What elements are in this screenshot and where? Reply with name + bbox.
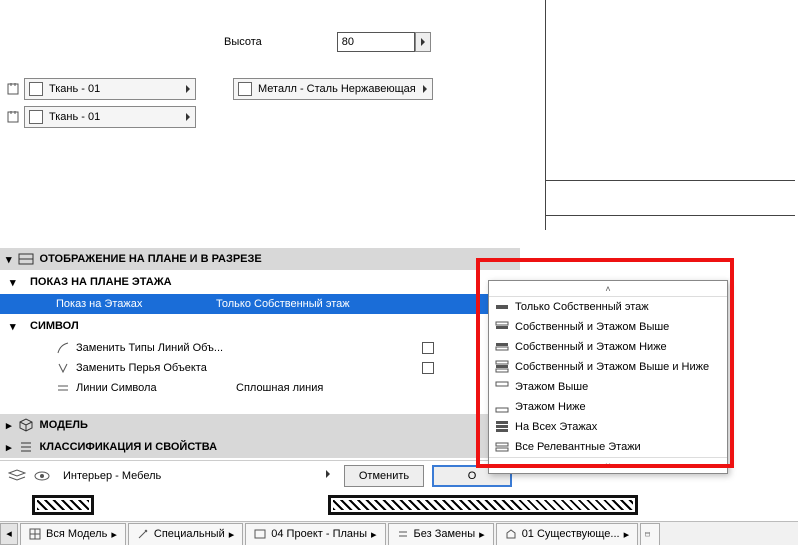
grid-icon <box>29 528 41 540</box>
checkbox-pens[interactable] <box>422 362 434 374</box>
section-display-header[interactable]: ▾ ОТОБРАЖЕНИЕ НА ПЛАНЕ И В РАЗРЕЗЕ <box>0 248 520 270</box>
tab-existing[interactable]: 01 Существующе...▸ <box>496 523 638 545</box>
fabric-material-2[interactable]: Ткань - 01 <box>24 106 196 128</box>
section-model-header[interactable]: ▸ МОДЕЛЬ <box>0 414 520 436</box>
layers-icon <box>8 469 26 483</box>
tab-more[interactable] <box>640 523 660 545</box>
row-show-on-floors[interactable]: Показ на Этажах Только Собственный этаж <box>0 294 520 314</box>
floor-icon <box>495 360 509 374</box>
view-tabs: ◂ Вся Модель▸ Специальный▸ 04 Проект - П… <box>0 521 798 545</box>
tab-scroll-left[interactable]: ◂ <box>0 523 18 545</box>
sub-symbol[interactable]: ▾СИМВОЛ <box>0 316 520 336</box>
popup-scroll-up[interactable]: ˄ <box>489 281 727 297</box>
popup-scroll-down[interactable]: ˅ <box>489 457 727 473</box>
line-type-icon <box>56 341 70 355</box>
fabric-material-1[interactable]: Ткань - 01 <box>24 78 196 100</box>
row-line-types[interactable]: Заменить Типы Линий Объ... <box>0 338 520 358</box>
popup-item-relevant[interactable]: Все Релевантные Этажи <box>489 437 727 457</box>
popup-item-own-both[interactable]: Собственный и Этажом Выше и Ниже <box>489 357 727 377</box>
drawing-canvas <box>545 0 795 230</box>
floor-markers <box>0 495 798 519</box>
eye-icon[interactable] <box>34 468 50 484</box>
height-input[interactable] <box>337 32 415 52</box>
floor-icon <box>495 400 509 414</box>
checkbox-line-types[interactable] <box>422 342 434 354</box>
floor-icon <box>495 420 509 434</box>
height-arrow-button[interactable] <box>415 32 431 52</box>
plan-icon <box>254 528 266 540</box>
layer-selector[interactable]: Интерьер - Мебель <box>58 467 336 485</box>
tab-special[interactable]: Специальный▸ <box>128 523 243 545</box>
floor-icon <box>495 300 509 314</box>
section-class-header[interactable]: ▸ КЛАССИФИКАЦИЯ И СВОЙСТВА <box>0 436 520 458</box>
popup-item-own-above[interactable]: Собственный и Этажом Выше <box>489 317 727 337</box>
calendar-icon <box>645 528 650 540</box>
cancel-button[interactable]: Отменить <box>344 465 424 487</box>
popup-item-above[interactable]: Этажом Выше <box>489 377 727 397</box>
metal-material[interactable]: Металл - Сталь Нержавеющая <box>233 78 433 100</box>
height-label: Высота <box>224 36 262 48</box>
popup-item-all[interactable]: На Всех Этажах <box>489 417 727 437</box>
floor-icon <box>495 340 509 354</box>
floor-icon <box>495 380 509 394</box>
display-icon <box>18 251 34 267</box>
model-icon <box>18 417 34 433</box>
swap-icon <box>397 528 409 540</box>
popup-item-own[interactable]: Только Собственный этаж <box>489 297 727 317</box>
popup-item-below[interactable]: Этажом Ниже <box>489 397 727 417</box>
row-pens[interactable]: Заменить Перья Объекта <box>0 358 520 378</box>
lines-icon <box>56 381 70 395</box>
link-icon <box>6 82 20 96</box>
floor-display-popup: ˄ Только Собственный этаж Собственный и … <box>488 280 728 474</box>
dialog-footer: Интерьер - Мебель Отменить О <box>0 460 520 490</box>
popup-item-own-below[interactable]: Собственный и Этажом Ниже <box>489 337 727 357</box>
pen-icon <box>137 528 149 540</box>
sub-floorplan[interactable]: ▾ПОКАЗ НА ПЛАНЕ ЭТАЖА <box>0 272 520 292</box>
tab-no-replace[interactable]: Без Замены▸ <box>388 523 494 545</box>
row-symbol-lines[interactable]: Линии Символа Сплошная линия <box>0 378 520 398</box>
link-icon <box>6 110 20 124</box>
pen-icon <box>56 361 70 375</box>
tab-all-model[interactable]: Вся Модель▸ <box>20 523 126 545</box>
list-icon <box>18 439 34 455</box>
floor-icon <box>495 320 509 334</box>
floor-icon <box>495 440 509 454</box>
tab-project[interactable]: 04 Проект - Планы▸ <box>245 523 385 545</box>
house-icon <box>505 528 517 540</box>
